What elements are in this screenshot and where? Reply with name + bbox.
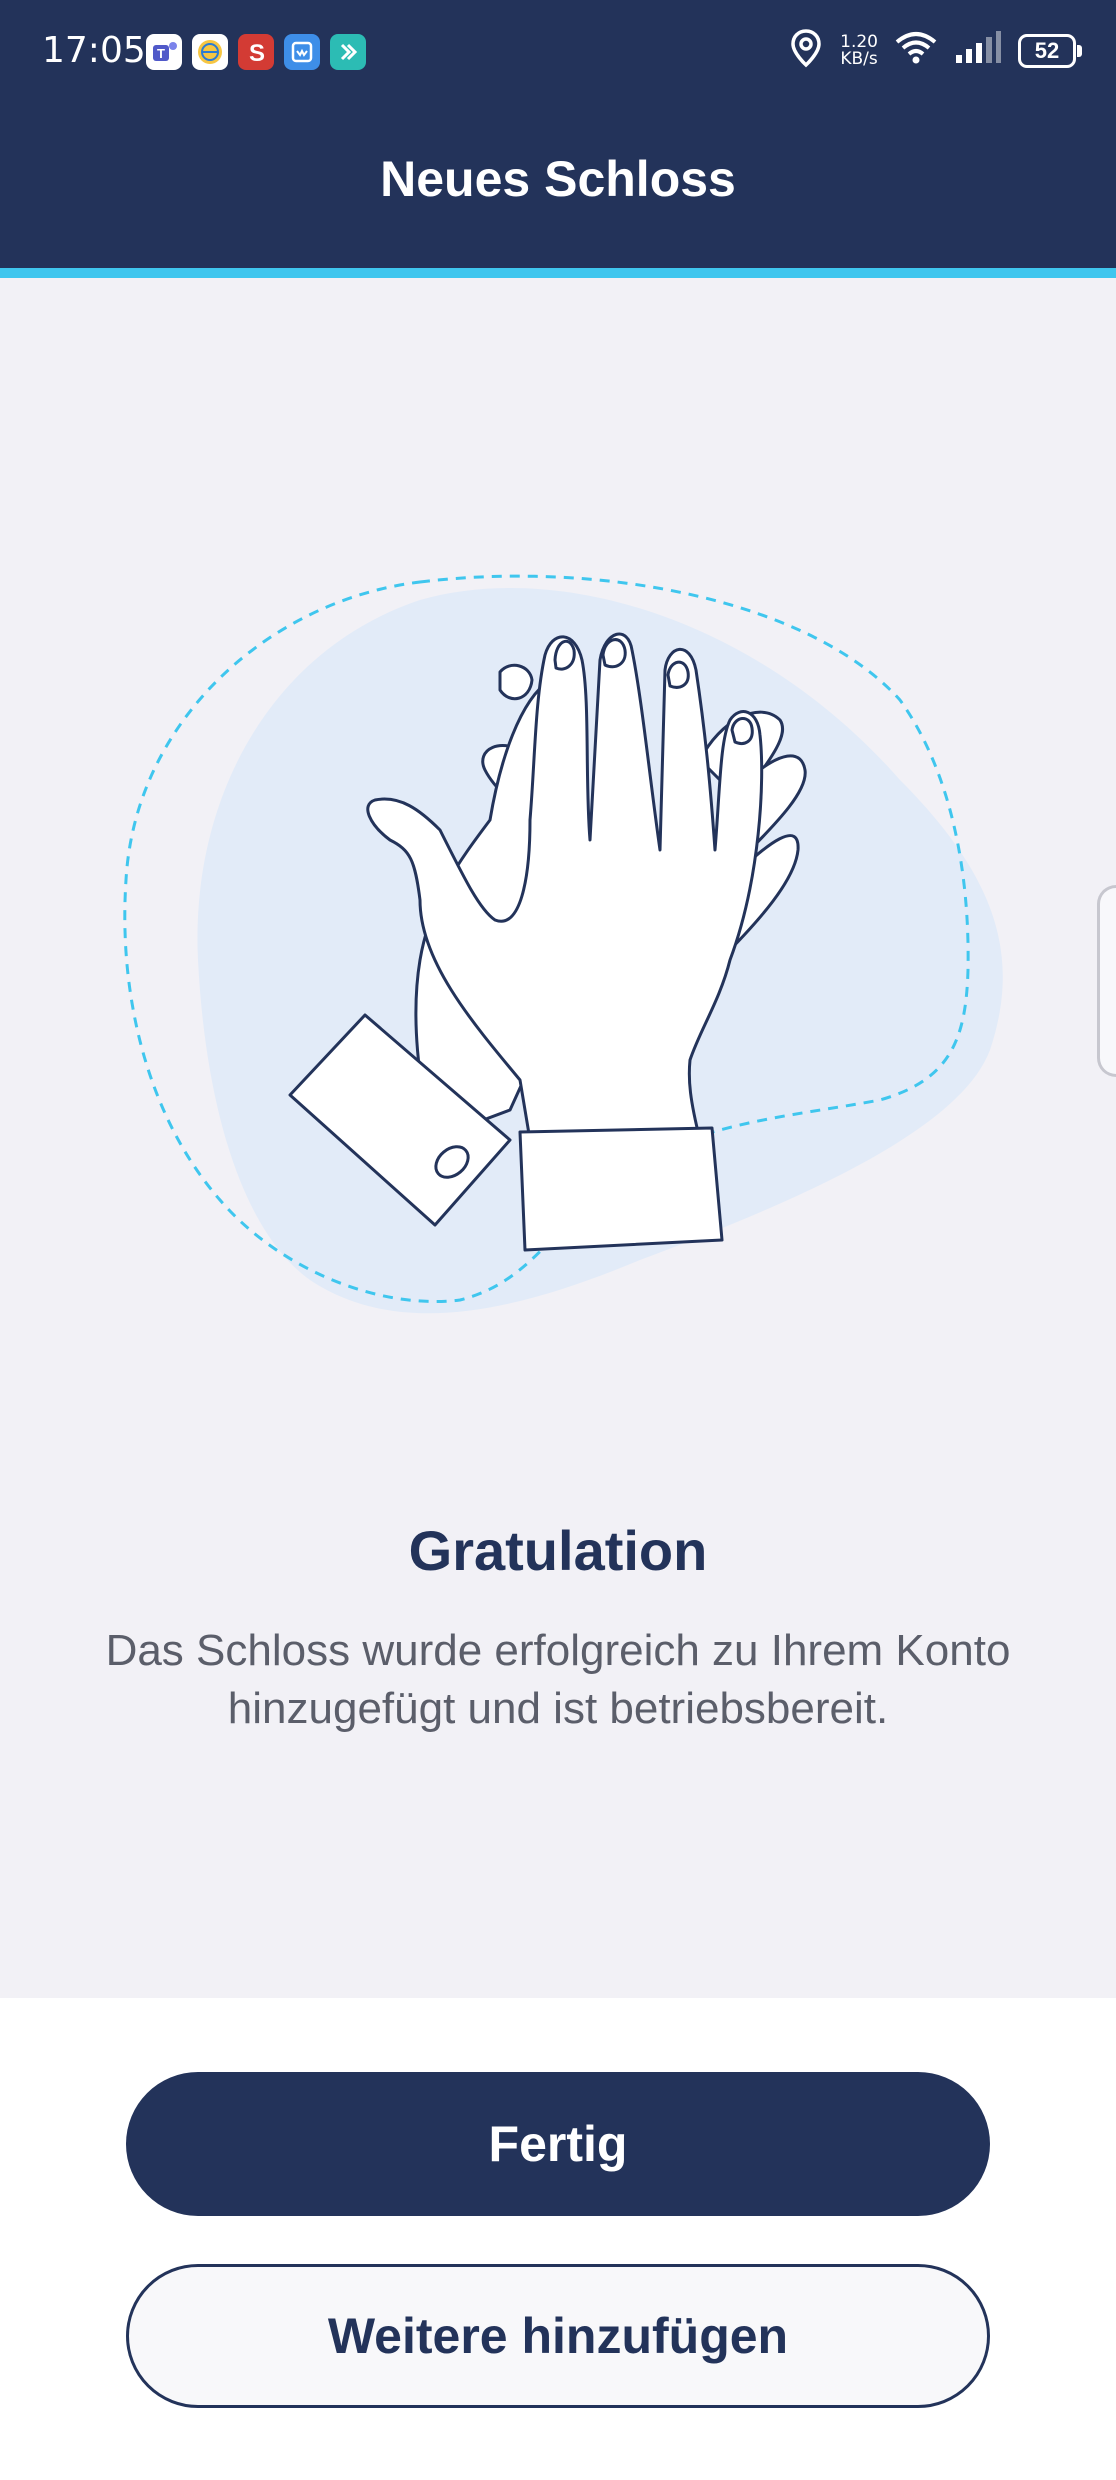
system-status: 1.20 KB/s 52	[788, 28, 1082, 73]
status-bar: 17:05 T S 1.20 KB/s 52	[0, 0, 1116, 104]
svg-text:S: S	[249, 40, 265, 67]
network-speed: 1.20 KB/s	[840, 31, 878, 69]
notification-icons: T S	[146, 34, 366, 70]
success-heading: Gratulation	[408, 1519, 708, 1582]
speed-unit: KB/s	[840, 48, 878, 69]
globe-app-icon	[192, 34, 228, 70]
teams-icon: T	[146, 34, 182, 70]
location-icon	[788, 28, 824, 73]
svg-text:T: T	[157, 46, 165, 61]
arrow-app-icon	[330, 34, 366, 70]
success-message: Das Schloss wurde erfolgreich zu Ihrem K…	[105, 1626, 1011, 1733]
done-button[interactable]: Fertig	[126, 2072, 990, 2216]
wifi-icon	[894, 30, 938, 71]
status-time: 17:05	[42, 30, 146, 71]
header-accent-line	[0, 268, 1116, 278]
clapping-hands-illustration	[0, 420, 1116, 1420]
page-title: Neues Schloss	[380, 151, 736, 207]
add-more-button[interactable]: Weitere hinzufügen	[126, 2264, 990, 2408]
app-header: 17:05 T S 1.20 KB/s 52 Neues Schloss	[0, 0, 1116, 268]
calendar-app-icon	[284, 34, 320, 70]
s-app-icon: S	[238, 34, 274, 70]
battery-icon: 52	[1018, 33, 1082, 68]
speed-value: 1.20	[840, 31, 878, 52]
signal-icon	[954, 31, 1002, 70]
